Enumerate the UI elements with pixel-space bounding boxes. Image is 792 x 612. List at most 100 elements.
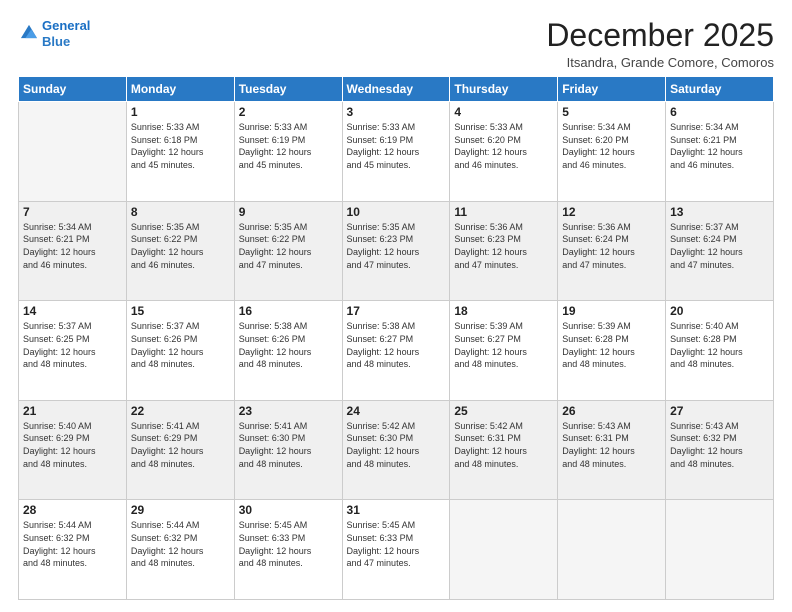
- day-number: 11: [454, 205, 553, 219]
- table-row: 2Sunrise: 5:33 AM Sunset: 6:19 PM Daylig…: [234, 102, 342, 202]
- table-row: 22Sunrise: 5:41 AM Sunset: 6:29 PM Dayli…: [126, 400, 234, 500]
- col-thursday: Thursday: [450, 77, 558, 102]
- table-row: 21 Sunrise: 5:40 AM Sunset: 6:29 PM Dayli…: [19, 400, 127, 500]
- day-number: 20: [670, 304, 769, 318]
- day-number: 18: [454, 304, 553, 318]
- table-row: 10 Sunrise: 5:35 AM Sunset: 6:23 PM Dayli…: [342, 201, 450, 301]
- table-row: 7 Sunrise: 5:34 AM Sunset: 6:21 PM Daylig…: [19, 201, 127, 301]
- day-info: Sunrise: 5:38 AM Sunset: 6:27 PM Dayligh…: [347, 320, 446, 370]
- day-number: 10: [347, 205, 446, 219]
- table-row: 9Sunrise: 5:35 AM Sunset: 6:22 PM Daylig…: [234, 201, 342, 301]
- day-info: Sunrise: 5:33 AM Sunset: 6:19 PM Dayligh…: [239, 121, 338, 171]
- day-number: 23: [239, 404, 338, 418]
- calendar-week-row: 1 Sunrise: 5:33 AM Sunset: 6:18 PM Daylig…: [19, 102, 774, 202]
- table-row: 3 Sunrise: 5:33 AM Sunset: 6:19 PM Daylig…: [342, 102, 450, 202]
- day-info: Sunrise: 5:41 AM Sunset: 6:30 PM Dayligh…: [239, 420, 338, 470]
- day-info: Sunrise: 5:45 AM Sunset: 6:33 PM Dayligh…: [347, 519, 446, 569]
- table-row: 13 Sunrise: 5:37 AM Sunset: 6:24 PM Dayli…: [666, 201, 774, 301]
- day-number: 29: [131, 503, 230, 517]
- logo-text: General Blue: [42, 18, 90, 49]
- table-row: 12 Sunrise: 5:36 AM Sunset: 6:24 PM Dayli…: [558, 201, 666, 301]
- table-row: 6Sunrise: 5:34 AM Sunset: 6:21 PM Daylig…: [666, 102, 774, 202]
- day-info: Sunrise: 5:34 AM Sunset: 6:20 PM Dayligh…: [562, 121, 661, 171]
- day-info: Sunrise: 5:43 AM Sunset: 6:31 PM Dayligh…: [562, 420, 661, 470]
- day-info: Sunrise: 5:35 AM Sunset: 6:22 PM Dayligh…: [239, 221, 338, 271]
- table-row: 24Sunrise: 5:42 AM Sunset: 6:30 PM Dayli…: [342, 400, 450, 500]
- day-info: Sunrise: 5:44 AM Sunset: 6:32 PM Dayligh…: [23, 519, 122, 569]
- table-row: [558, 500, 666, 600]
- day-info: Sunrise: 5:38 AM Sunset: 6:26 PM Dayligh…: [239, 320, 338, 370]
- day-info: Sunrise: 5:37 AM Sunset: 6:26 PM Dayligh…: [131, 320, 230, 370]
- col-saturday: Saturday: [666, 77, 774, 102]
- table-row: 28 Sunrise: 5:44 AM Sunset: 6:32 PM Dayli…: [19, 500, 127, 600]
- day-number: 28: [23, 503, 122, 517]
- day-number: 4: [454, 105, 553, 119]
- day-info: Sunrise: 5:44 AM Sunset: 6:32 PM Dayligh…: [131, 519, 230, 569]
- col-sunday: Sunday: [19, 77, 127, 102]
- day-info: Sunrise: 5:41 AM Sunset: 6:29 PM Dayligh…: [131, 420, 230, 470]
- day-info: Sunrise: 5:33 AM Sunset: 6:18 PM Dayligh…: [131, 121, 230, 171]
- table-row: 31 Sunrise: 5:45 AM Sunset: 6:33 PM Dayli…: [342, 500, 450, 600]
- table-row: [666, 500, 774, 600]
- day-info: Sunrise: 5:43 AM Sunset: 6:32 PM Dayligh…: [670, 420, 769, 470]
- day-number: 16: [239, 304, 338, 318]
- table-row: 30 Sunrise: 5:45 AM Sunset: 6:33 PM Dayli…: [234, 500, 342, 600]
- table-row: 27 Sunrise: 5:43 AM Sunset: 6:32 PM Dayli…: [666, 400, 774, 500]
- day-info: Sunrise: 5:45 AM Sunset: 6:33 PM Dayligh…: [239, 519, 338, 569]
- day-number: 7: [23, 205, 122, 219]
- calendar-header-row: Sunday Monday Tuesday Wednesday Thursday…: [19, 77, 774, 102]
- day-number: 17: [347, 304, 446, 318]
- day-info: Sunrise: 5:34 AM Sunset: 6:21 PM Dayligh…: [23, 221, 122, 271]
- day-number: 1: [131, 105, 230, 119]
- day-info: Sunrise: 5:39 AM Sunset: 6:28 PM Dayligh…: [562, 320, 661, 370]
- header: General Blue December 2025 Itsandra, Gra…: [18, 18, 774, 70]
- col-monday: Monday: [126, 77, 234, 102]
- day-number: 21: [23, 404, 122, 418]
- col-wednesday: Wednesday: [342, 77, 450, 102]
- table-row: 19 Sunrise: 5:39 AM Sunset: 6:28 PM Dayli…: [558, 301, 666, 401]
- day-number: 27: [670, 404, 769, 418]
- day-number: 8: [131, 205, 230, 219]
- day-number: 14: [23, 304, 122, 318]
- day-number: 15: [131, 304, 230, 318]
- day-info: Sunrise: 5:35 AM Sunset: 6:23 PM Dayligh…: [347, 221, 446, 271]
- day-number: 24: [347, 404, 446, 418]
- table-row: 20 Sunrise: 5:40 AM Sunset: 6:28 PM Dayli…: [666, 301, 774, 401]
- table-row: [450, 500, 558, 600]
- day-info: Sunrise: 5:36 AM Sunset: 6:24 PM Dayligh…: [562, 221, 661, 271]
- col-tuesday: Tuesday: [234, 77, 342, 102]
- logo: General Blue: [18, 18, 90, 49]
- calendar-table: Sunday Monday Tuesday Wednesday Thursday…: [18, 76, 774, 600]
- day-info: Sunrise: 5:40 AM Sunset: 6:28 PM Dayligh…: [670, 320, 769, 370]
- table-row: [19, 102, 127, 202]
- day-number: 12: [562, 205, 661, 219]
- page: General Blue December 2025 Itsandra, Gra…: [0, 0, 792, 612]
- table-row: 11Sunrise: 5:36 AM Sunset: 6:23 PM Dayli…: [450, 201, 558, 301]
- table-row: 16 Sunrise: 5:38 AM Sunset: 6:26 PM Dayli…: [234, 301, 342, 401]
- day-info: Sunrise: 5:35 AM Sunset: 6:22 PM Dayligh…: [131, 221, 230, 271]
- day-number: 3: [347, 105, 446, 119]
- day-number: 30: [239, 503, 338, 517]
- day-number: 25: [454, 404, 553, 418]
- day-info: Sunrise: 5:34 AM Sunset: 6:21 PM Dayligh…: [670, 121, 769, 171]
- day-number: 26: [562, 404, 661, 418]
- calendar-week-row: 7 Sunrise: 5:34 AM Sunset: 6:21 PM Daylig…: [19, 201, 774, 301]
- title-block: December 2025 Itsandra, Grande Comore, C…: [546, 18, 774, 70]
- table-row: 17 Sunrise: 5:38 AM Sunset: 6:27 PM Dayli…: [342, 301, 450, 401]
- table-row: 1 Sunrise: 5:33 AM Sunset: 6:18 PM Daylig…: [126, 102, 234, 202]
- day-info: Sunrise: 5:37 AM Sunset: 6:24 PM Dayligh…: [670, 221, 769, 271]
- table-row: 4 Sunrise: 5:33 AM Sunset: 6:20 PM Daylig…: [450, 102, 558, 202]
- table-row: 14Sunrise: 5:37 AM Sunset: 6:25 PM Dayli…: [19, 301, 127, 401]
- day-info: Sunrise: 5:42 AM Sunset: 6:31 PM Dayligh…: [454, 420, 553, 470]
- calendar-week-row: 21 Sunrise: 5:40 AM Sunset: 6:29 PM Dayli…: [19, 400, 774, 500]
- col-friday: Friday: [558, 77, 666, 102]
- day-number: 19: [562, 304, 661, 318]
- day-info: Sunrise: 5:33 AM Sunset: 6:19 PM Dayligh…: [347, 121, 446, 171]
- day-info: Sunrise: 5:40 AM Sunset: 6:29 PM Dayligh…: [23, 420, 122, 470]
- day-number: 31: [347, 503, 446, 517]
- day-info: Sunrise: 5:33 AM Sunset: 6:20 PM Dayligh…: [454, 121, 553, 171]
- table-row: 8 Sunrise: 5:35 AM Sunset: 6:22 PM Daylig…: [126, 201, 234, 301]
- day-number: 13: [670, 205, 769, 219]
- calendar-week-row: 28 Sunrise: 5:44 AM Sunset: 6:32 PM Dayli…: [19, 500, 774, 600]
- table-row: 23 Sunrise: 5:41 AM Sunset: 6:30 PM Dayli…: [234, 400, 342, 500]
